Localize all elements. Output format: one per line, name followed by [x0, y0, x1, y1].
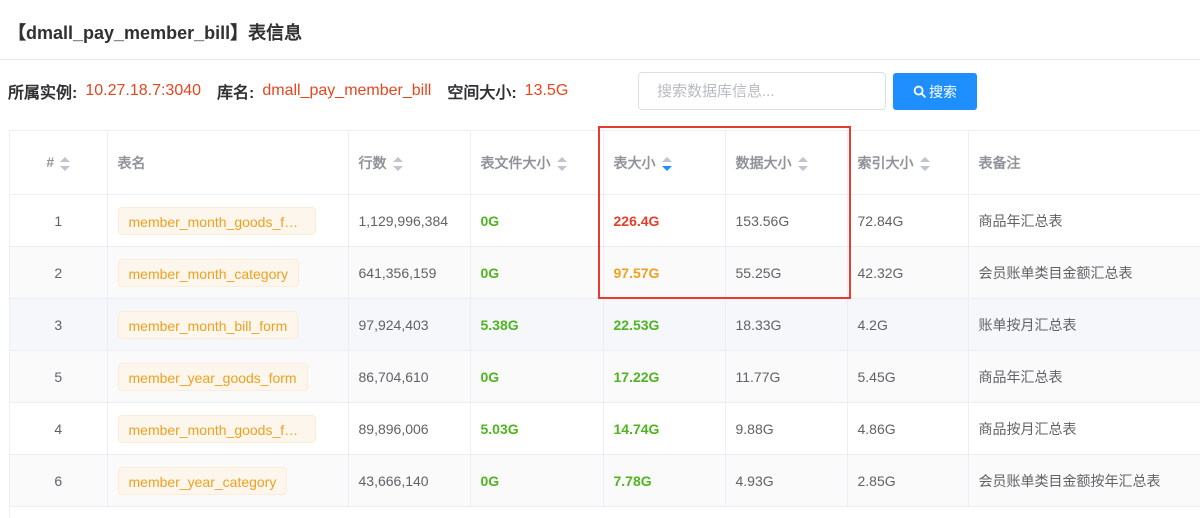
cell-name: member_year_goods_form: [107, 350, 349, 403]
table-row[interactable]: 2 member_month_category 641,356,159 0G 97.57…: [10, 246, 1200, 299]
tables-table: # 表名 行数 表文件大小 表大小 数据大小 索引大小 表备注 1 member_…: [10, 131, 1200, 507]
cell-data-size: 55.25G: [725, 246, 848, 299]
table-name-tag[interactable]: member_month_bill_form: [117, 310, 299, 339]
cell-rows: 1,129,996,384: [348, 194, 471, 247]
table-name-tag[interactable]: member_month_goods_for...: [117, 206, 316, 235]
cell-rows: 641,356,159: [348, 246, 471, 299]
db-value: dmall_pay_member_bill: [262, 82, 432, 99]
instance-label: 所属实例:: [8, 85, 78, 102]
cell-idx: 3: [10, 298, 108, 351]
cell-comment: 账单按月汇总表: [968, 298, 1200, 351]
cell-rows: 97,924,403: [348, 298, 471, 351]
space-label: 空间大小:: [447, 85, 517, 102]
cell-index-size: 72.84G: [847, 194, 969, 247]
cell-idx: 5: [10, 350, 108, 403]
cell-idx: 4: [10, 402, 108, 455]
cell-data-size: 153.56G: [725, 194, 848, 247]
table-name-tag[interactable]: member_year_category: [117, 466, 288, 495]
table-row[interactable]: 6 member_year_category 43,666,140 0G 7.78G 4.…: [10, 454, 1200, 507]
cell-index-size: 4.86G: [847, 402, 969, 455]
cell-table-size: 17.22G: [603, 350, 726, 403]
column-header-table-size[interactable]: 表大小: [603, 131, 726, 195]
table-name-tag[interactable]: member_year_goods_form: [117, 362, 308, 391]
cell-index-size: 2.85G: [847, 454, 969, 507]
table-name-tag[interactable]: member_month_goods_form: [117, 414, 316, 443]
search-button-label: 搜索: [929, 83, 957, 100]
cell-file-size: 5.38G: [470, 298, 604, 351]
column-header-rows-label: 行数: [358, 154, 387, 171]
cell-idx: 6: [10, 454, 108, 507]
column-header-table-size-label: 表大小: [613, 154, 656, 171]
table-row[interactable]: 3 member_month_bill_form 97,924,403 5.38G 22…: [10, 298, 1200, 351]
instance-value: 10.27.18.7:3040: [85, 82, 202, 99]
sort-icon[interactable]: [60, 156, 71, 171]
column-header-idx-label: #: [46, 154, 55, 171]
column-header-rows[interactable]: 行数: [348, 131, 471, 195]
cell-comment: 会员账单类目金额汇总表: [968, 246, 1200, 299]
column-header-index-size-label: 索引大小: [857, 154, 914, 171]
page-title: 【dmall_pay_member_bill】表信息: [8, 23, 303, 43]
cell-rows: 86,704,610: [348, 350, 471, 403]
column-header-file-size-label: 表文件大小: [480, 154, 551, 171]
cell-table-size: 22.53G: [603, 298, 726, 351]
column-header-name: 表名: [107, 131, 349, 195]
search-button[interactable]: 搜索: [893, 73, 977, 110]
cell-rows: 89,896,006: [348, 402, 471, 455]
cell-name: member_year_category: [107, 454, 349, 507]
cell-idx: 2: [10, 246, 108, 299]
cell-data-size: 9.88G: [725, 402, 848, 455]
title-divider: [0, 59, 1200, 60]
cell-index-size: 4.2G: [847, 298, 969, 351]
cell-name: member_month_goods_form: [107, 402, 349, 455]
cell-comment: 商品年汇总表: [968, 194, 1200, 247]
column-header-idx[interactable]: #: [10, 131, 108, 195]
cell-name: member_month_goods_for...: [107, 194, 349, 247]
cell-file-size: 5.03G: [470, 402, 604, 455]
column-header-data-size[interactable]: 数据大小: [725, 131, 848, 195]
space-value: 13.5G: [524, 82, 569, 99]
table-row[interactable]: 4 member_month_goods_form 89,896,006 5.03G 1…: [10, 402, 1200, 455]
column-header-file-size[interactable]: 表文件大小: [470, 131, 604, 195]
table-name-tag[interactable]: member_month_category: [117, 258, 300, 287]
cell-data-size: 11.77G: [725, 350, 848, 403]
cell-rows: 43,666,140: [348, 454, 471, 507]
table-header-row: # 表名 行数 表文件大小 表大小 数据大小 索引大小 表备注: [10, 131, 1200, 195]
cell-table-size: 14.74G: [603, 402, 726, 455]
cell-comment: 商品年汇总表: [968, 350, 1200, 403]
cell-file-size: 0G: [470, 350, 604, 403]
cell-data-size: 18.33G: [725, 298, 848, 351]
cell-idx: 1: [10, 194, 108, 247]
cell-file-size: 0G: [470, 454, 604, 507]
db-label: 库名:: [217, 85, 255, 102]
cell-index-size: 42.32G: [847, 246, 969, 299]
cell-data-size: 4.93G: [725, 454, 848, 507]
cell-comment: 商品按月汇总表: [968, 402, 1200, 455]
cell-name: member_month_bill_form: [107, 298, 349, 351]
table-row[interactable]: 1 member_month_goods_for... 1,129,996,384 0…: [10, 194, 1200, 247]
cell-file-size: 0G: [470, 246, 604, 299]
cell-file-size: 0G: [470, 194, 604, 247]
cell-table-size: 7.78G: [603, 454, 726, 507]
search-icon: [913, 85, 926, 98]
cell-name: member_month_category: [107, 246, 349, 299]
column-header-index-size[interactable]: 索引大小: [847, 131, 969, 195]
cell-table-size: 226.4G: [603, 194, 726, 247]
table-container: # 表名 行数 表文件大小 表大小 数据大小 索引大小 表备注 1 member_…: [9, 130, 1200, 518]
table-row[interactable]: 5 member_year_goods_form 86,704,610 0G 17.22…: [10, 350, 1200, 403]
sort-desc-icon[interactable]: [661, 156, 672, 171]
sort-icon[interactable]: [919, 156, 930, 171]
cell-table-size: 97.57G: [603, 246, 726, 299]
column-header-data-size-label: 数据大小: [735, 154, 792, 171]
sort-icon[interactable]: [797, 156, 808, 171]
sort-icon[interactable]: [392, 156, 403, 171]
column-header-name-label: 表名: [117, 154, 146, 171]
cell-index-size: 5.45G: [847, 350, 969, 403]
column-header-comment: 表备注: [968, 131, 1200, 195]
column-header-comment-label: 表备注: [978, 154, 1021, 171]
cell-comment: 会员账单类目金额按年汇总表: [968, 454, 1200, 507]
search-input[interactable]: [638, 72, 886, 110]
sort-icon[interactable]: [556, 156, 567, 171]
info-bar: 所属实例: 10.27.18.7:3040 库名: dmall_pay_memb…: [8, 72, 584, 110]
